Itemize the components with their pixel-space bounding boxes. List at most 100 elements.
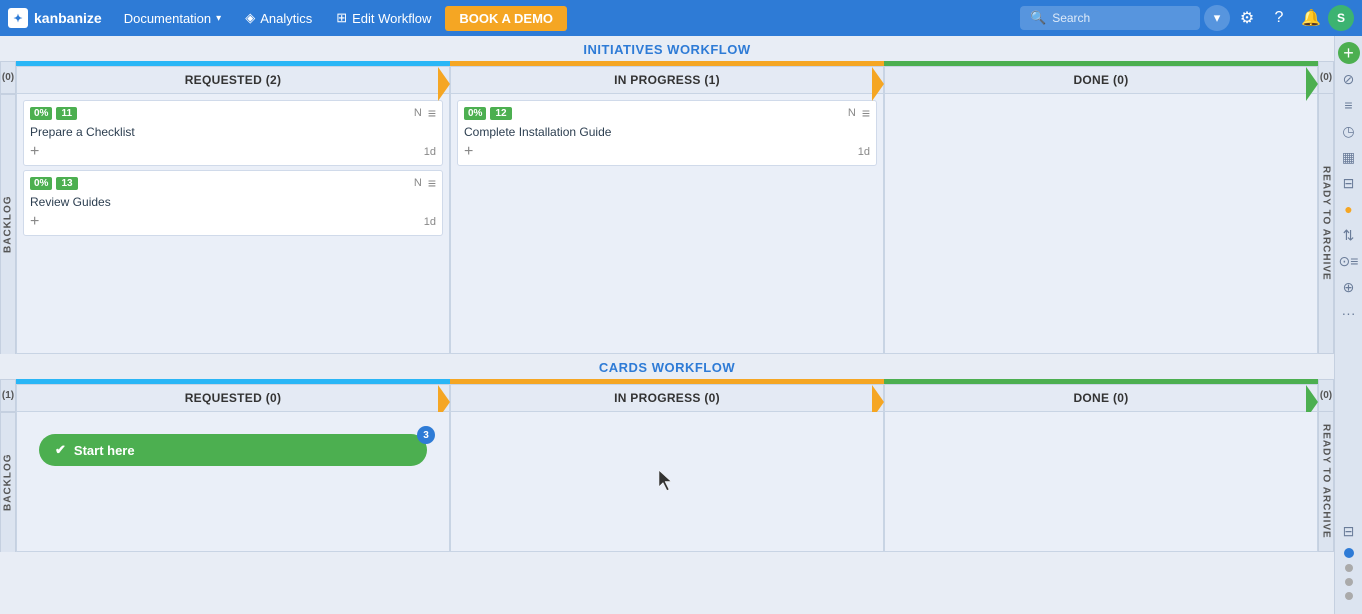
- card-12[interactable]: 0% 12 N ≡ Complete Installation Guide: [457, 100, 877, 166]
- cards-requested-header: REQUESTED (0): [16, 384, 450, 412]
- col-inprogress-cards: IN PROGRESS (0): [450, 379, 884, 412]
- cards-inprogress-col-body: [450, 412, 884, 552]
- card-12-menu-icon[interactable]: ≡: [862, 105, 870, 121]
- nav-dropdown-button[interactable]: ▾: [1204, 5, 1230, 31]
- nav-edit-workflow[interactable]: ⊞ Edit Workflow: [326, 6, 441, 30]
- sidebar-sort-icon[interactable]: ⇅: [1338, 224, 1360, 246]
- card-11-actions: N ≡: [414, 105, 436, 121]
- chevron-down-icon: ▾: [216, 13, 221, 24]
- requested-col-body: 0% 11 N ≡ Prepare a Checklist +: [16, 94, 450, 354]
- brand[interactable]: ✦ kanbanize: [8, 8, 102, 28]
- card-12-title: Complete Installation Guide: [464, 125, 870, 139]
- card-11-duration: 1d: [424, 146, 436, 158]
- nav-documentation[interactable]: Documentation ▾: [114, 7, 231, 30]
- card-13-actions: N ≡: [414, 175, 436, 191]
- card-12-id: 12: [490, 107, 511, 120]
- card-11-badges: 0% 11: [30, 107, 77, 120]
- right-sidebar: + ⊘ ≡ ◷ ▦ ⊟ ● ⇅ ⊙≡ ⊕ ··· ⊟: [1334, 36, 1362, 614]
- user-avatar[interactable]: S: [1328, 5, 1354, 31]
- inprogress-header: IN PROGRESS (1): [450, 66, 884, 94]
- cards-workflow: CARDS WORKFLOW (1) REQUESTED (0): [0, 354, 1334, 552]
- initiatives-backlog-label: BACKLOG: [0, 94, 16, 354]
- inprogress-col-body: 0% 12 N ≡ Complete Installation Guide: [450, 94, 884, 354]
- card-11-add-button[interactable]: +: [30, 143, 39, 161]
- sidebar-filter-icon[interactable]: ⊘: [1338, 68, 1360, 90]
- card-11-id: 11: [56, 107, 77, 120]
- card-13-add-button[interactable]: +: [30, 213, 39, 231]
- card-12-add-button[interactable]: +: [464, 143, 473, 161]
- done-arrow: [1306, 67, 1318, 101]
- start-here-badge: 3: [417, 426, 435, 444]
- add-board-button[interactable]: +: [1338, 42, 1360, 64]
- cards-workflow-title: CARDS WORKFLOW: [0, 354, 1334, 379]
- inprogress-arrow: [872, 67, 884, 101]
- nav-edit-workflow-label: Edit Workflow: [352, 11, 431, 26]
- sidebar-cards-icon[interactable]: ⊟: [1338, 520, 1360, 542]
- book-demo-button[interactable]: BOOK A DEMO: [445, 6, 567, 31]
- sidebar-orange-circle[interactable]: ●: [1338, 198, 1360, 220]
- card-11-menu-icon[interactable]: ≡: [428, 105, 436, 121]
- cards-left-count: (1): [0, 379, 16, 412]
- sidebar-list-icon[interactable]: ≡: [1338, 94, 1360, 116]
- init-left-count: (0): [0, 61, 16, 94]
- cards-done-col-body: [884, 412, 1318, 552]
- sidebar-more-icon[interactable]: ···: [1338, 302, 1360, 324]
- initiatives-workflow: INITIATIVES WORKFLOW (0) REQUESTED (2): [0, 36, 1334, 354]
- search-bar[interactable]: 🔍 Search: [1020, 6, 1200, 30]
- sidebar-add-user-icon[interactable]: ⊕: [1338, 276, 1360, 298]
- card-12-n-icon: N: [848, 107, 856, 119]
- brand-logo: ✦: [8, 8, 28, 28]
- card-13-menu-icon[interactable]: ≡: [428, 175, 436, 191]
- nav-analytics-label: Analytics: [260, 11, 312, 26]
- checkmark-icon: ✔: [55, 442, 66, 458]
- board-content: INITIATIVES WORKFLOW (0) REQUESTED (2): [0, 36, 1334, 614]
- sidebar-menu-circle-icon[interactable]: ⊙≡: [1338, 250, 1360, 272]
- initiatives-workflow-title: INITIATIVES WORKFLOW: [0, 36, 1334, 61]
- initiatives-ready-label: READY TO ARCHIVE: [1318, 94, 1334, 354]
- cards-requested-col-body: ✔ Start here 3: [16, 412, 450, 552]
- done-col-body: [884, 94, 1318, 354]
- start-here-button[interactable]: ✔ Start here 3: [39, 434, 427, 466]
- card-13-n-icon: N: [414, 177, 422, 189]
- card-11-n-icon: N: [414, 107, 422, 119]
- card-13-id: 13: [56, 177, 77, 190]
- sidebar-image-icon[interactable]: ⊟: [1338, 172, 1360, 194]
- avatar-letter: S: [1337, 11, 1345, 25]
- help-icon-button[interactable]: ?: [1264, 3, 1294, 33]
- cards-body-row: BACKLOG ✔ Start here 3: [0, 412, 1334, 552]
- sidebar-chart-icon[interactable]: ▦: [1338, 146, 1360, 168]
- nav-analytics[interactable]: ◈ Analytics: [235, 6, 322, 30]
- search-icon: 🔍: [1030, 10, 1046, 26]
- cards-backlog-label: BACKLOG: [0, 412, 16, 552]
- cards-inprogress-header: IN PROGRESS (0): [450, 384, 884, 412]
- col-inprogress-init: IN PROGRESS (1): [450, 61, 884, 94]
- initiatives-header-row: (0) REQUESTED (2) IN PROGRESS (1): [0, 61, 1334, 94]
- cards-right-count: (0): [1318, 379, 1334, 412]
- search-placeholder: Search: [1052, 11, 1090, 25]
- sidebar-gray-dot-2: [1345, 578, 1353, 586]
- book-demo-label: BOOK A DEMO: [459, 11, 553, 26]
- col-done-init: DONE (0): [884, 61, 1318, 94]
- start-here-label: Start here: [74, 443, 135, 458]
- sidebar-gray-dot-1: [1345, 564, 1353, 572]
- card-13-title: Review Guides: [30, 195, 436, 209]
- nav-icons: ▾ ⚙ ? 🔔 S: [1204, 3, 1354, 33]
- done-header: DONE (0): [884, 66, 1318, 94]
- card-12-percent: 0%: [464, 107, 486, 120]
- card-13-percent: 0%: [30, 177, 52, 190]
- card-11[interactable]: 0% 11 N ≡ Prepare a Checklist +: [23, 100, 443, 166]
- sidebar-clock-icon[interactable]: ◷: [1338, 120, 1360, 142]
- card-12-badges: 0% 12: [464, 107, 512, 120]
- card-12-actions: N ≡: [848, 105, 870, 121]
- col-requested-init: REQUESTED (2): [16, 61, 450, 94]
- sidebar-blue-dot: [1344, 548, 1354, 558]
- nav-documentation-label: Documentation: [124, 11, 211, 26]
- users-icon-button[interactable]: ⚙: [1232, 3, 1262, 33]
- card-13[interactable]: 0% 13 N ≡ Review Guides +: [23, 170, 443, 236]
- requested-arrow: [438, 67, 450, 101]
- card-13-duration: 1d: [424, 216, 436, 228]
- notifications-icon-button[interactable]: 🔔: [1296, 3, 1326, 33]
- cards-ready-label: READY TO ARCHIVE: [1318, 412, 1334, 552]
- navbar: ✦ kanbanize Documentation ▾ ◈ Analytics …: [0, 0, 1362, 36]
- card-12-duration: 1d: [858, 146, 870, 158]
